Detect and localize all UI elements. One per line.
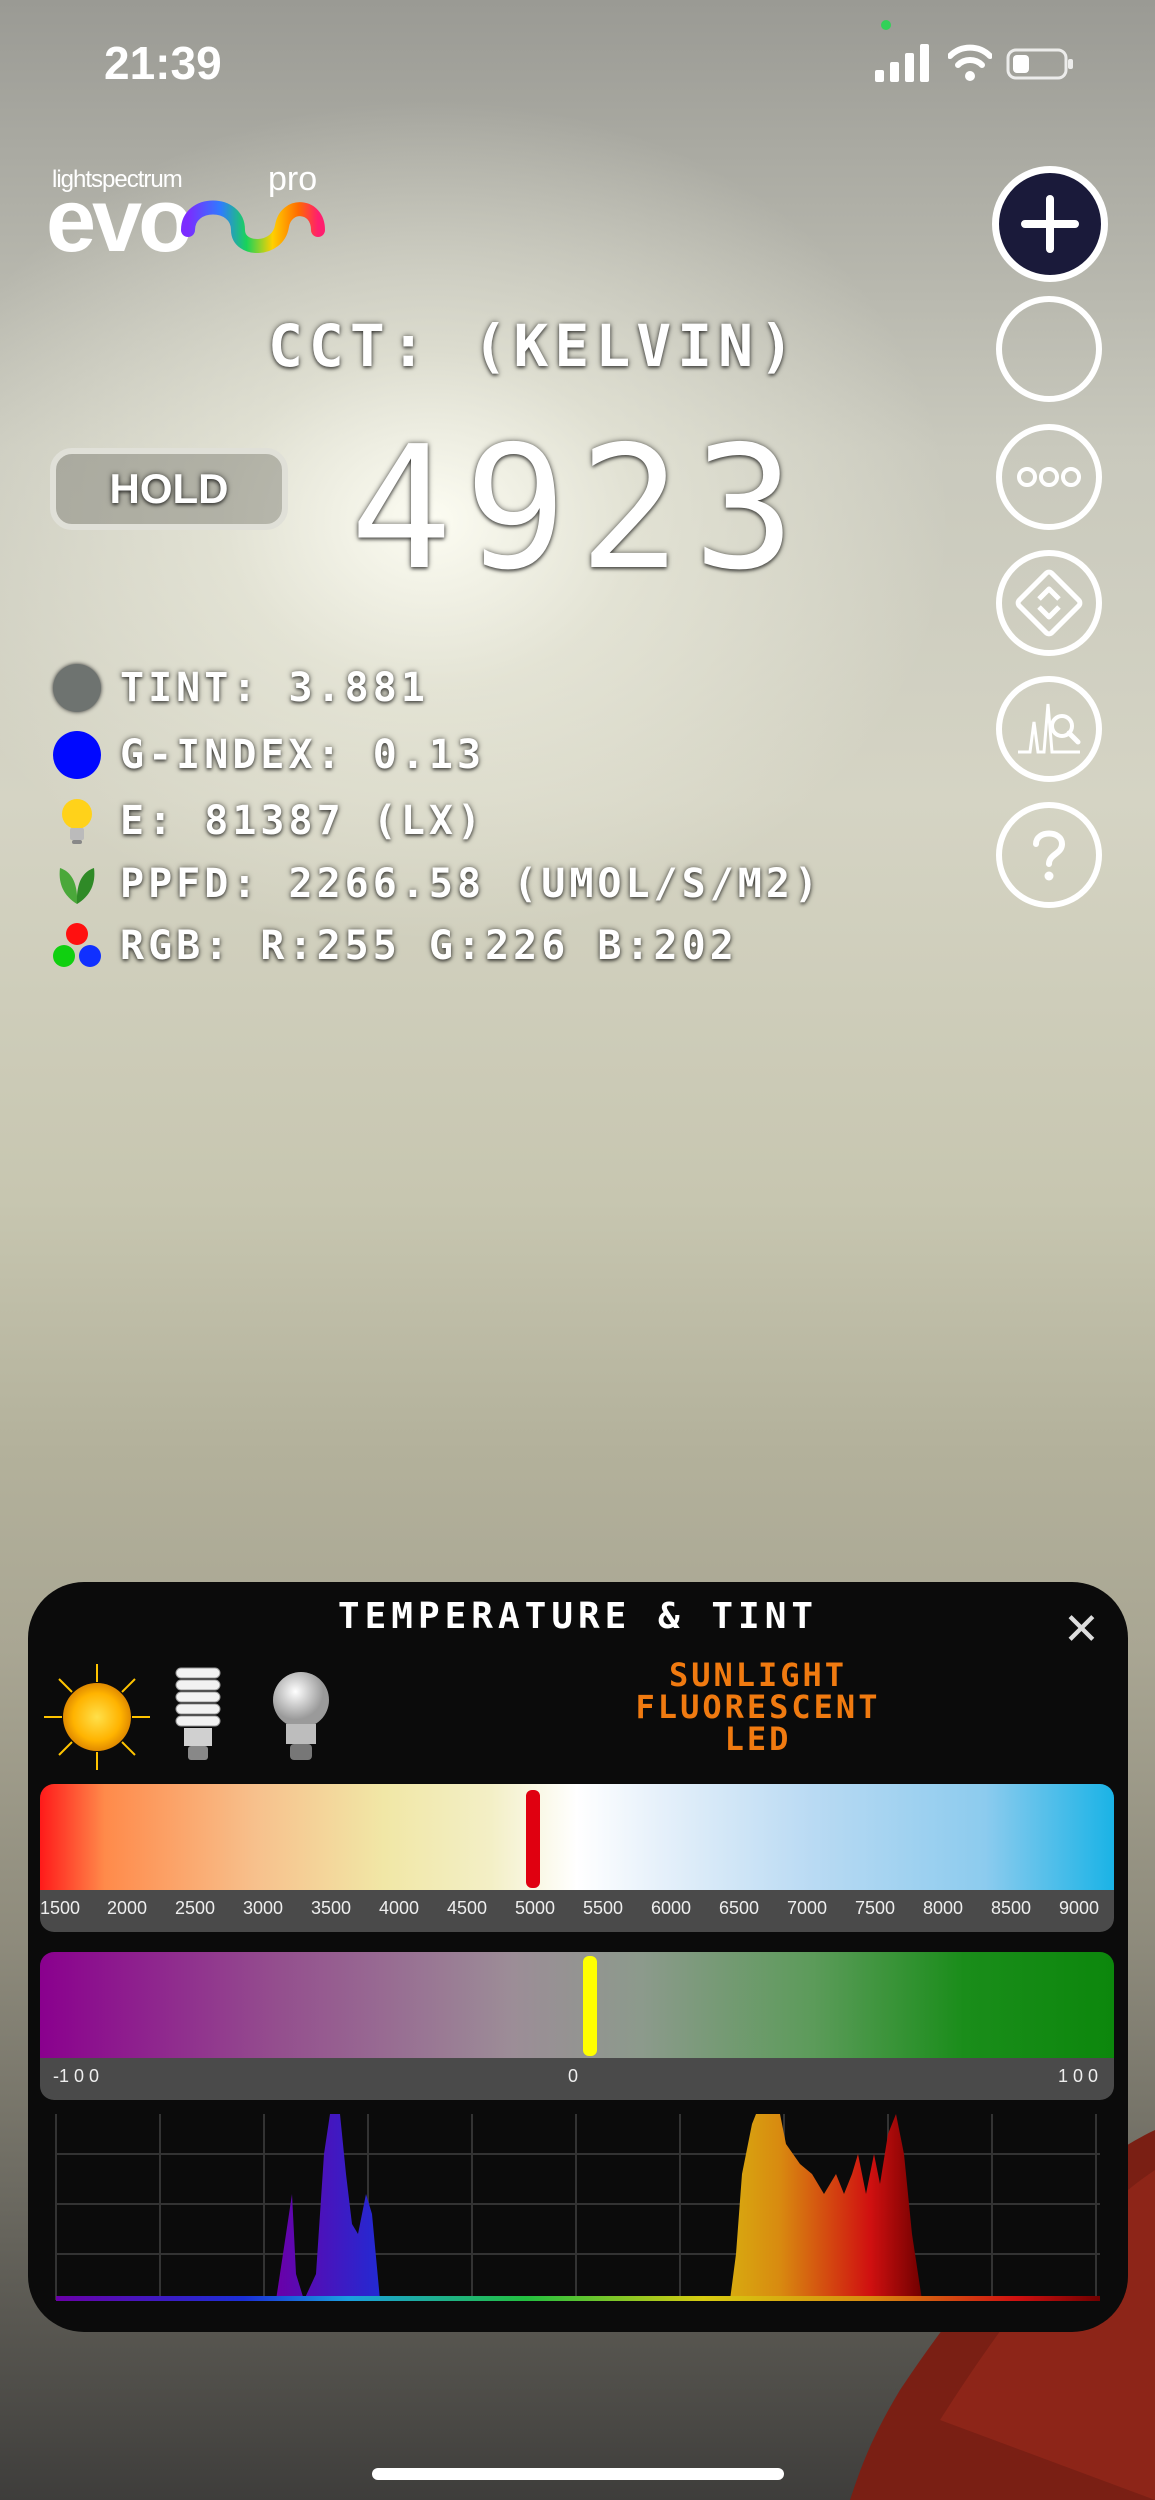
temp-tick: 2000 (106, 1898, 148, 1918)
cct-value: 4923 (350, 410, 808, 608)
battery-icon (1006, 48, 1073, 80)
metric-g-index: G-INDEX: 0.13 (52, 727, 485, 783)
privacy-indicator (881, 20, 891, 30)
metric-ppfd-text: PPFD: 2266.58 (UMOL/S/M2) (120, 861, 823, 907)
temp-tick: 4500 (446, 1898, 488, 1918)
light-type-led: LED (724, 1720, 792, 1758)
panel-title: TEMPERATURE & TINT (337, 1596, 819, 1637)
logo-rainbow-swirl (181, 200, 325, 253)
blue-circle-icon (52, 730, 102, 780)
temp-tick: 2500 (174, 1898, 216, 1918)
tint-bar (40, 1952, 1114, 2058)
led-bulb-icon (273, 1672, 329, 1760)
wifi-icon (948, 44, 992, 81)
temp-tick: 8500 (990, 1898, 1032, 1918)
more-icon (1017, 467, 1081, 487)
spectrum-search-button[interactable] (996, 676, 1102, 782)
temp-tick: 7500 (854, 1898, 896, 1918)
cellular-signal-icon (875, 44, 929, 82)
logo-text: evo (46, 171, 193, 271)
temperature-marker (526, 1790, 540, 1888)
temp-tick: 3000 (242, 1898, 284, 1918)
metric-rgb: RGB: R:255 G:226 B:202 (52, 918, 738, 974)
metric-ppfd: PPFD: 2266.58 (UMOL/S/M2) (52, 856, 822, 912)
temp-tick: 3500 (310, 1898, 352, 1918)
temp-tick: 9000 (1058, 1898, 1100, 1918)
capture-button[interactable] (996, 296, 1102, 402)
help-icon (1033, 830, 1066, 881)
help-button[interactable] (996, 802, 1102, 908)
sun-icon (44, 1664, 150, 1770)
rgb-dots-icon (52, 921, 102, 971)
leaf-icon (52, 859, 102, 909)
fluorescent-bulb-icon (175, 1667, 221, 1760)
temp-tick: 6000 (650, 1898, 692, 1918)
temp-tick: 1500 (39, 1898, 81, 1918)
spectrum-graph (55, 2114, 1100, 2301)
more-button[interactable] (996, 424, 1102, 530)
temp-tick: 5500 (582, 1898, 624, 1918)
metric-rgb-text: RGB: R:255 G:226 B:202 (120, 923, 738, 969)
metric-illuminance: E: 81387 (LX) (52, 793, 485, 849)
tint-marker (583, 1956, 597, 2056)
metric-tint: TINT: 3.881 (52, 660, 429, 716)
spectrum-search-icon (1018, 703, 1081, 754)
hold-label: HOLD (109, 465, 229, 512)
lightbulb-icon (52, 796, 102, 846)
capture-icon (1012, 312, 1086, 386)
tint-tick: 0 (567, 2066, 579, 2086)
tint-tick: 1 0 0 (1057, 2066, 1099, 2086)
temp-tick: 8000 (922, 1898, 964, 1918)
home-indicator[interactable] (372, 2468, 784, 2480)
add-icon (1021, 195, 1079, 253)
metric-g-index-text: G-INDEX: 0.13 (120, 732, 486, 778)
flip-camera-icon (1015, 569, 1083, 637)
metric-tint-text: TINT: 3.881 (120, 665, 429, 711)
cct-title: CCT: (KELVIN) (268, 312, 800, 380)
gray-circle-icon (52, 663, 102, 713)
hold-button[interactable]: HOLD (50, 448, 288, 530)
temperature-bar (40, 1784, 1114, 1890)
temp-tick: 6500 (718, 1898, 760, 1918)
temp-tick: 7000 (786, 1898, 828, 1918)
add-button[interactable] (992, 166, 1108, 282)
flip-camera-button[interactable] (996, 550, 1102, 656)
close-icon[interactable]: ✕ (1063, 1604, 1100, 1655)
temp-tick: 4000 (378, 1898, 420, 1918)
metric-illuminance-text: E: 81387 (LX) (120, 798, 486, 844)
tint-tick: -1 0 0 (52, 2066, 100, 2086)
app-logo: evo (46, 170, 193, 273)
temp-tick: 5000 (514, 1898, 556, 1918)
temperature-tint-panel: TEMPERATURE & TINT ✕ SUNLIGHT FLUORESCEN… (28, 1582, 1128, 2332)
status-time: 21:39 (104, 37, 222, 89)
